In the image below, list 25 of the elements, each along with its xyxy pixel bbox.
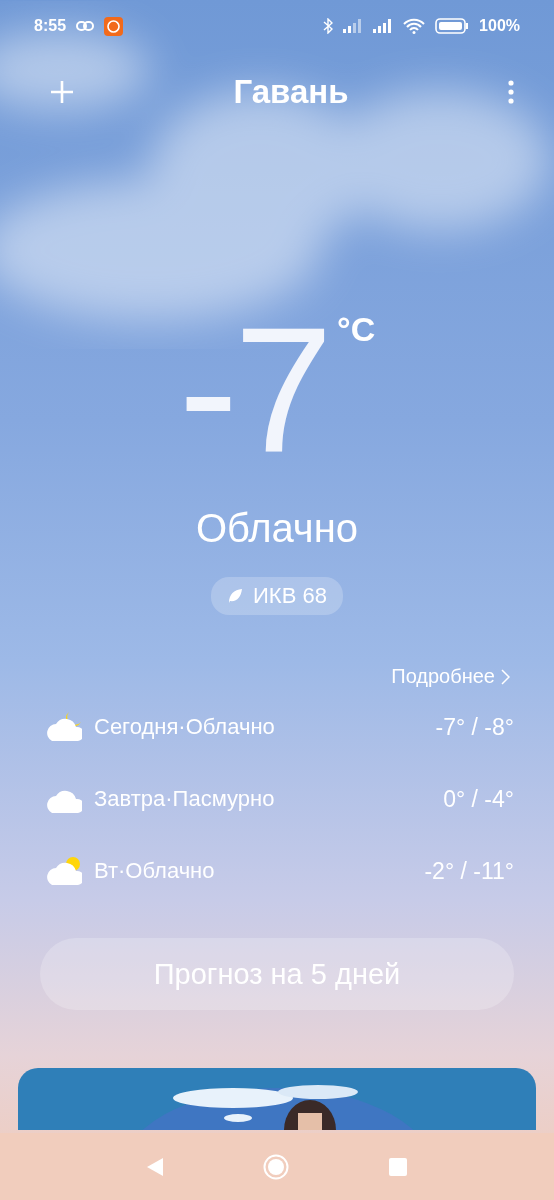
details-link[interactable]: Подробнее	[391, 665, 510, 688]
link-icon	[76, 21, 95, 31]
temperature-unit: °C	[337, 310, 376, 349]
forecast-day: Завтра·Пасмурно	[94, 786, 432, 812]
signal-icon	[343, 19, 364, 33]
back-icon[interactable]	[147, 1157, 163, 1176]
status-time: 8:55	[34, 17, 67, 35]
bluetooth-icon	[323, 18, 334, 34]
forecast-day: Сегодня·Облачно	[94, 714, 424, 740]
battery-icon	[435, 18, 470, 34]
recents-icon[interactable]	[389, 1157, 407, 1176]
temperature-range: -2° / -11°	[424, 857, 514, 885]
weather-condition: Облачно	[195, 506, 359, 551]
battery-percent: 100%	[479, 17, 520, 35]
air-quality-badge[interactable]: ИКВ 68	[211, 577, 343, 615]
chevron-right-icon	[501, 668, 510, 685]
temperature-range: 0° / -4°	[443, 785, 514, 813]
current-temperature: -7	[178, 310, 330, 470]
temperature-range: -7° / -8°	[435, 713, 514, 741]
home-icon[interactable]	[263, 1153, 289, 1180]
forecast-day: Вт·Облачно	[94, 858, 413, 884]
signal-icon	[373, 19, 394, 33]
city-title: Гавань	[233, 73, 349, 111]
wifi-icon	[403, 18, 426, 34]
app-notification-icon	[104, 16, 124, 36]
